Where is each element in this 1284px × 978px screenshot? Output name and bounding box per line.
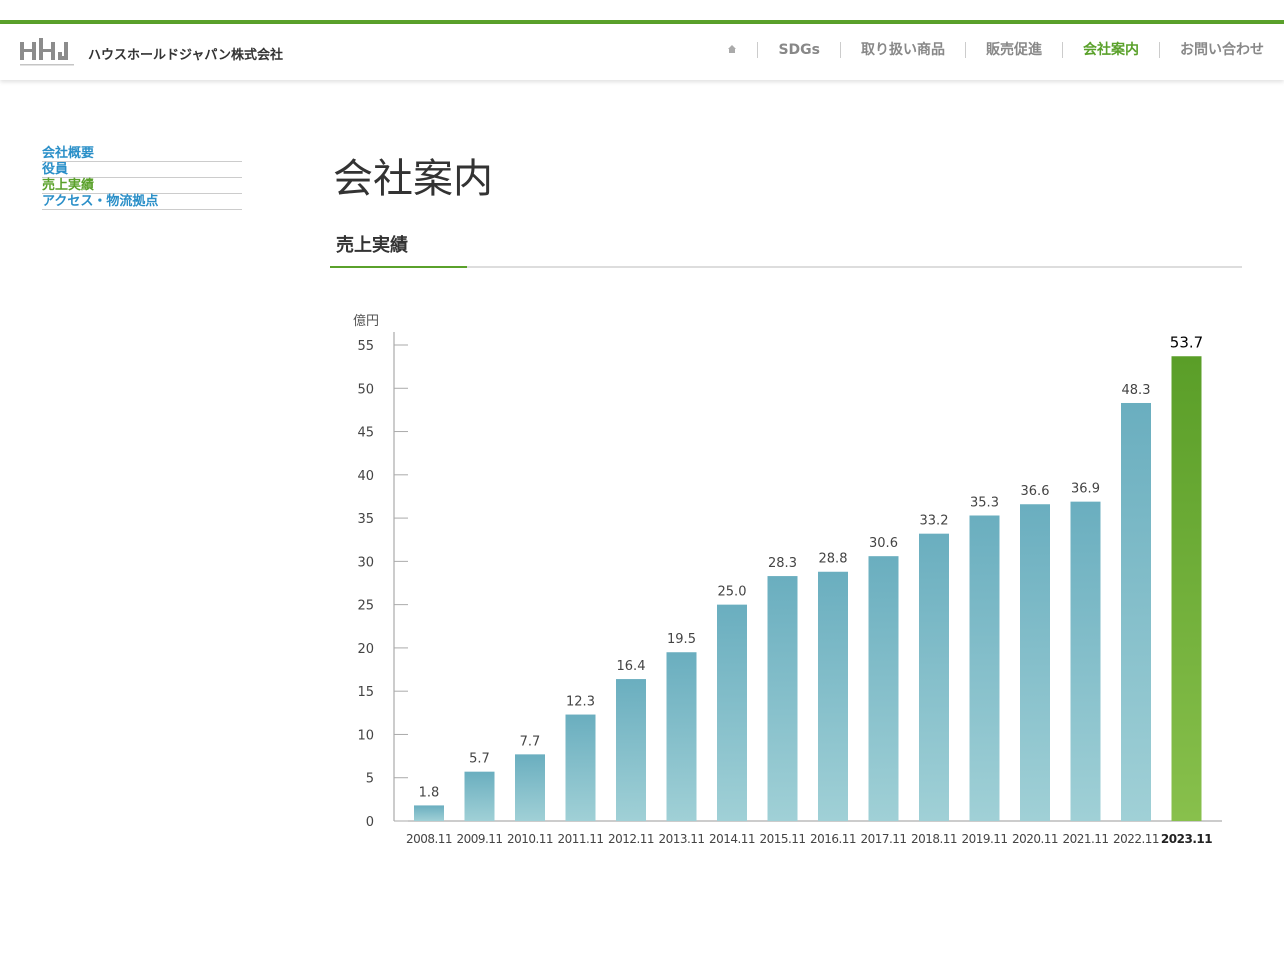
x-tick-label-2008.11: 2008.11: [406, 832, 452, 846]
sales-bar-chart: 億円 0 5 10 15 20 25 30 35 40 45 50 55 1.8 2008.11 5.7 200…: [353, 313, 1222, 846]
x-tick-label-2015.11: 2015.11: [759, 832, 805, 846]
sidebar-item-sales[interactable]: 売上実績: [42, 178, 242, 194]
x-tick-label-2021.11: 2021.11: [1062, 832, 1108, 846]
section-title: 売上実績: [336, 235, 408, 256]
company-name[interactable]: ハウスホールドジャパン株式会社: [88, 44, 283, 63]
bar-2017.11: [868, 556, 899, 821]
bar-2019.11: [969, 515, 1000, 821]
nav-contact[interactable]: お問い合わせ: [1159, 42, 1264, 58]
y-tick-label: 25: [357, 599, 374, 614]
x-tick-label-2014.11: 2014.11: [709, 832, 755, 846]
sidebar-item-access[interactable]: アクセス・物流拠点: [42, 194, 242, 210]
bar-2020.11: [1020, 504, 1050, 821]
data-label-2023.11: 53.7: [1170, 333, 1203, 351]
section-divider-accent: [330, 266, 467, 268]
y-tick-label: 55: [357, 339, 374, 354]
y-tick-label: 20: [357, 642, 374, 657]
nav-sdgs[interactable]: SDGs: [757, 42, 840, 58]
x-tick-label-2018.11: 2018.11: [911, 832, 957, 846]
sidebar-nav: 会社概要 役員 売上実績 アクセス・物流拠点: [42, 146, 242, 210]
nav-products[interactable]: 取り扱い商品: [840, 42, 965, 58]
y-tick-label: 35: [357, 512, 374, 527]
y-tick-label: 50: [357, 382, 374, 397]
data-label-2014.11: 25.0: [718, 585, 747, 600]
data-label-2019.11: 35.3: [970, 495, 999, 510]
x-tick-label-2016.11: 2016.11: [810, 832, 856, 846]
x-tick-label-2013.11: 2013.11: [658, 832, 704, 846]
bar-2010.11: [515, 754, 545, 821]
hhj-logo-icon[interactable]: [20, 36, 74, 68]
nav-company[interactable]: 会社案内: [1062, 42, 1159, 58]
y-tick-label: 0: [366, 815, 374, 830]
data-label-2011.11: 12.3: [566, 695, 595, 710]
bar-2023.11: [1171, 356, 1202, 821]
nav-home[interactable]: [707, 42, 757, 58]
bar-2008.11: [414, 805, 444, 821]
chart-layer: 億円 0 5 10 15 20 25 30 35 40 45 50 55 1.8 2008.11 5.7 200…: [353, 313, 1222, 846]
y-tick-label: 5: [366, 772, 374, 787]
bar-2018.11: [919, 533, 949, 821]
x-tick-label-2019.11: 2019.11: [961, 832, 1007, 846]
bar-2012.11: [616, 679, 646, 821]
site-header: ハウスホールドジャパン株式会社 SDGs 取り扱い商品 販売促進 会社案内 お問…: [0, 24, 1284, 80]
data-label-2017.11: 30.6: [869, 536, 898, 551]
bar-2015.11: [767, 576, 798, 821]
x-tick-label-2011.11: 2011.11: [557, 832, 603, 846]
nav-promotion[interactable]: 販売促進: [965, 42, 1062, 58]
sidebar-item-overview[interactable]: 会社概要: [42, 146, 242, 162]
data-label-2018.11: 33.2: [920, 514, 949, 529]
bar-2022.11: [1121, 402, 1151, 821]
y-tick-label: 45: [357, 426, 374, 441]
home-icon: [728, 45, 737, 53]
data-label-2009.11: 5.7: [469, 752, 490, 767]
bar-2009.11: [464, 771, 495, 821]
y-tick-label: 40: [357, 469, 374, 484]
global-nav: SDGs 取り扱い商品 販売促進 会社案内 お問い合わせ: [707, 42, 1264, 58]
data-label-2022.11: 48.3: [1122, 383, 1151, 398]
y-tick-label: 15: [357, 685, 374, 700]
data-label-2010.11: 7.7: [520, 734, 541, 749]
data-label-2008.11: 1.8: [419, 785, 440, 800]
y-tick-label: 10: [357, 728, 374, 743]
page-title: 会社案内: [333, 156, 493, 202]
x-tick-label-2009.11: 2009.11: [456, 832, 502, 846]
data-label-2013.11: 19.5: [667, 632, 696, 647]
data-label-2021.11: 36.9: [1071, 482, 1100, 497]
sidebar-item-officers[interactable]: 役員: [42, 162, 242, 178]
bar-2014.11: [717, 604, 747, 821]
bar-2016.11: [818, 571, 848, 821]
data-label-2015.11: 28.3: [768, 556, 797, 571]
data-label-2016.11: 28.8: [819, 552, 848, 567]
x-tick-label-2022.11: 2022.11: [1113, 832, 1159, 846]
data-label-2020.11: 36.6: [1021, 484, 1050, 499]
bar-2011.11: [565, 714, 596, 821]
x-tick-label-2017.11: 2017.11: [860, 832, 906, 846]
x-tick-label-2020.11: 2020.11: [1012, 832, 1058, 846]
bar-2021.11: [1070, 501, 1101, 821]
y-tick-label: 30: [357, 555, 374, 570]
data-label-2012.11: 16.4: [617, 659, 646, 674]
x-tick-label-2010.11: 2010.11: [507, 832, 553, 846]
x-tick-label-2012.11: 2012.11: [608, 832, 654, 846]
bar-2013.11: [666, 652, 697, 821]
x-tick-label-2023.11: 2023.11: [1161, 832, 1212, 846]
y-axis-unit-label: 億円: [353, 313, 379, 329]
